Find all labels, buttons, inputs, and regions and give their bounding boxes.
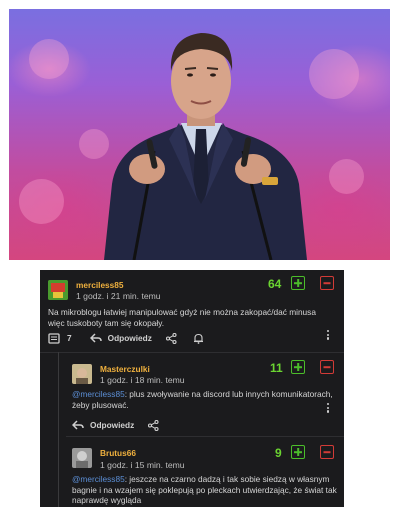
timestamp[interactable]: 1 godz. i 15 min. temu	[100, 460, 185, 471]
news-photo	[9, 9, 390, 260]
comment-actions: Odpowiedz	[72, 420, 171, 431]
mention-link[interactable]: @merciless85	[72, 389, 125, 399]
share-icon	[165, 333, 177, 344]
comment-actions: 7 Odpowiedz	[48, 333, 216, 344]
comment-text: Na mikroblogu łatwiej manipulować gdyż n…	[48, 307, 316, 328]
share-icon	[148, 420, 159, 431]
username[interactable]: Brutus66	[100, 448, 136, 458]
avatar[interactable]	[48, 280, 68, 300]
minus-vote-icon[interactable]	[320, 360, 334, 374]
username[interactable]: Masterczulki	[100, 364, 150, 374]
share-button[interactable]	[165, 333, 177, 344]
plus-vote-icon[interactable]	[291, 445, 305, 459]
reply-label: Odpowiedz	[107, 333, 152, 344]
comment-brutus66: Brutus66 1 godz. i 15 min. temu 9 @merci…	[40, 436, 344, 507]
reply-label: Odpowiedz	[90, 420, 135, 431]
comments-panel: merciless85 1 godz. i 21 min. temu 64 Na…	[40, 270, 344, 507]
replies-count: 7	[67, 333, 72, 344]
reply-icon	[89, 333, 102, 344]
reply-icon	[72, 420, 84, 431]
comment-masterczulki: Masterczulki 1 godz. i 18 min. temu 11 @…	[40, 352, 344, 434]
bell-icon	[193, 333, 203, 344]
avatar[interactable]	[72, 364, 92, 384]
timestamp[interactable]: 1 godz. i 21 min. temu	[76, 291, 161, 302]
comment-merciless85: merciless85 1 godz. i 21 min. temu 64 Na…	[40, 270, 344, 350]
more-options-icon[interactable]	[327, 403, 330, 414]
plus-vote-icon[interactable]	[291, 360, 305, 374]
vote-score: 11	[270, 361, 283, 375]
mention-link[interactable]: @merciless85	[72, 474, 125, 484]
plus-vote-icon[interactable]	[291, 276, 305, 290]
comments-icon	[48, 333, 60, 344]
notify-button[interactable]	[193, 333, 204, 344]
replies-count-button[interactable]: 7	[48, 333, 72, 344]
speaker-figure	[104, 33, 307, 260]
timestamp[interactable]: 1 godz. i 18 min. temu	[100, 375, 185, 386]
username[interactable]: merciless85	[76, 280, 124, 290]
comment-text: @merciless85: plus zwoływanie na discord…	[72, 389, 334, 410]
share-button[interactable]	[148, 420, 159, 431]
minus-vote-icon[interactable]	[320, 445, 334, 459]
minus-vote-icon[interactable]	[320, 276, 334, 290]
vote-score: 9	[275, 446, 282, 460]
more-options-icon[interactable]	[327, 330, 330, 341]
avatar[interactable]	[72, 448, 92, 468]
comment-text: @merciless85: jeszcze na czarno dadzą i …	[72, 474, 340, 506]
vote-score: 64	[268, 277, 282, 291]
reply-button[interactable]: Odpowiedz	[89, 333, 152, 344]
reply-button[interactable]: Odpowiedz	[72, 420, 134, 430]
